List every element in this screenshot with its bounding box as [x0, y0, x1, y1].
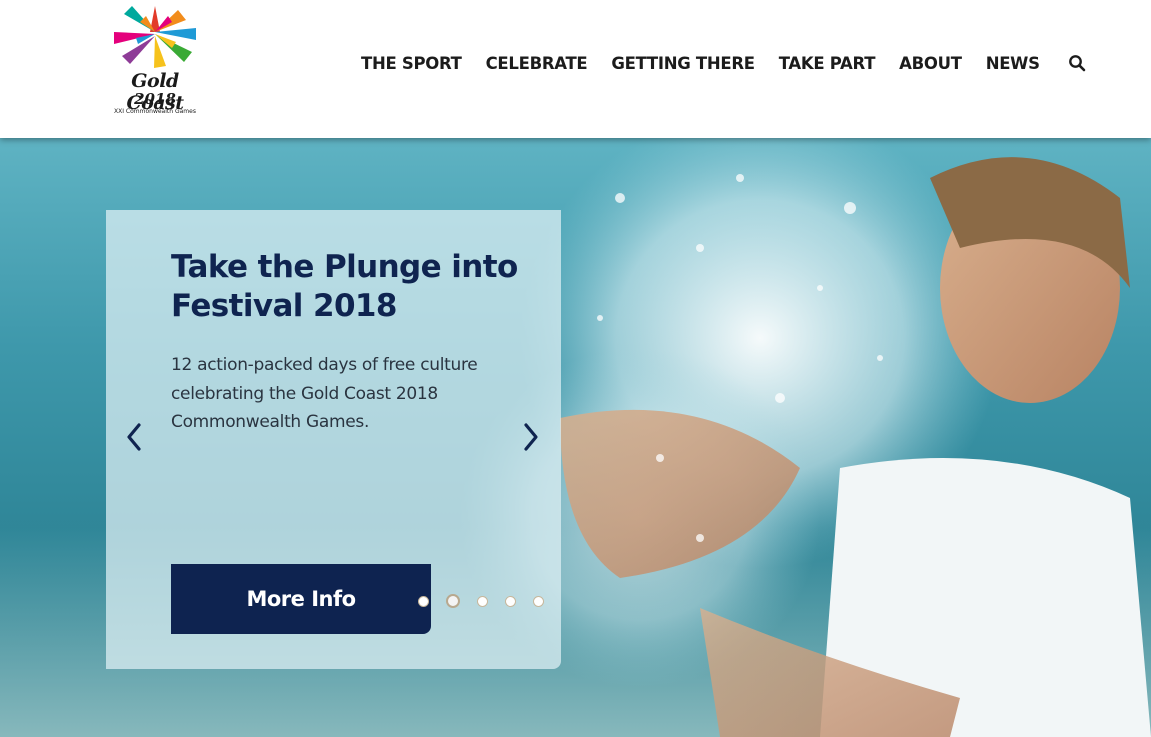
nav-item-news[interactable]: NEWS — [986, 54, 1040, 73]
nav-item-celebrate[interactable]: CELEBRATE — [486, 54, 588, 73]
carousel-dot-4[interactable] — [505, 595, 516, 607]
logo-emblem — [114, 6, 196, 68]
search-icon[interactable] — [1068, 54, 1086, 72]
nav-item-take-part[interactable]: TAKE PART — [779, 54, 876, 73]
carousel-dot-1[interactable] — [418, 595, 429, 607]
more-info-button[interactable]: More Info — [171, 564, 431, 634]
nav-item-getting-there[interactable]: GETTING THERE — [611, 54, 755, 73]
chevron-left-icon[interactable] — [122, 420, 146, 454]
slide-title: Take the Plunge into Festival 2018 — [171, 249, 518, 324]
carousel-dot-5[interactable] — [533, 595, 544, 607]
gold-coast-2018-logo[interactable]: Gold Coast 2018 XXI Commonwealth Games — [100, 2, 210, 132]
carousel-dot-2-active[interactable] — [446, 594, 460, 608]
carousel-dot-3[interactable] — [477, 595, 488, 607]
site-header: Gold Coast 2018 XXI Commonwealth Games T… — [0, 0, 1151, 138]
nav-item-the-sport[interactable]: THE SPORT — [361, 54, 462, 73]
logo-text-games: XXI Commonwealth Games — [114, 108, 196, 115]
logo-text-year: 2018 — [134, 90, 176, 108]
nav-item-about[interactable]: ABOUT — [899, 54, 962, 73]
main-nav: THE SPORT CELEBRATE GETTING THERE TAKE P… — [361, 52, 1086, 74]
hero-carousel: Take the Plunge into Festival 2018 12 ac… — [0, 138, 1151, 737]
slide-description: 12 action-packed days of free culture ce… — [171, 355, 478, 432]
carousel-pagination — [418, 594, 561, 608]
chevron-right-icon[interactable] — [519, 420, 543, 454]
